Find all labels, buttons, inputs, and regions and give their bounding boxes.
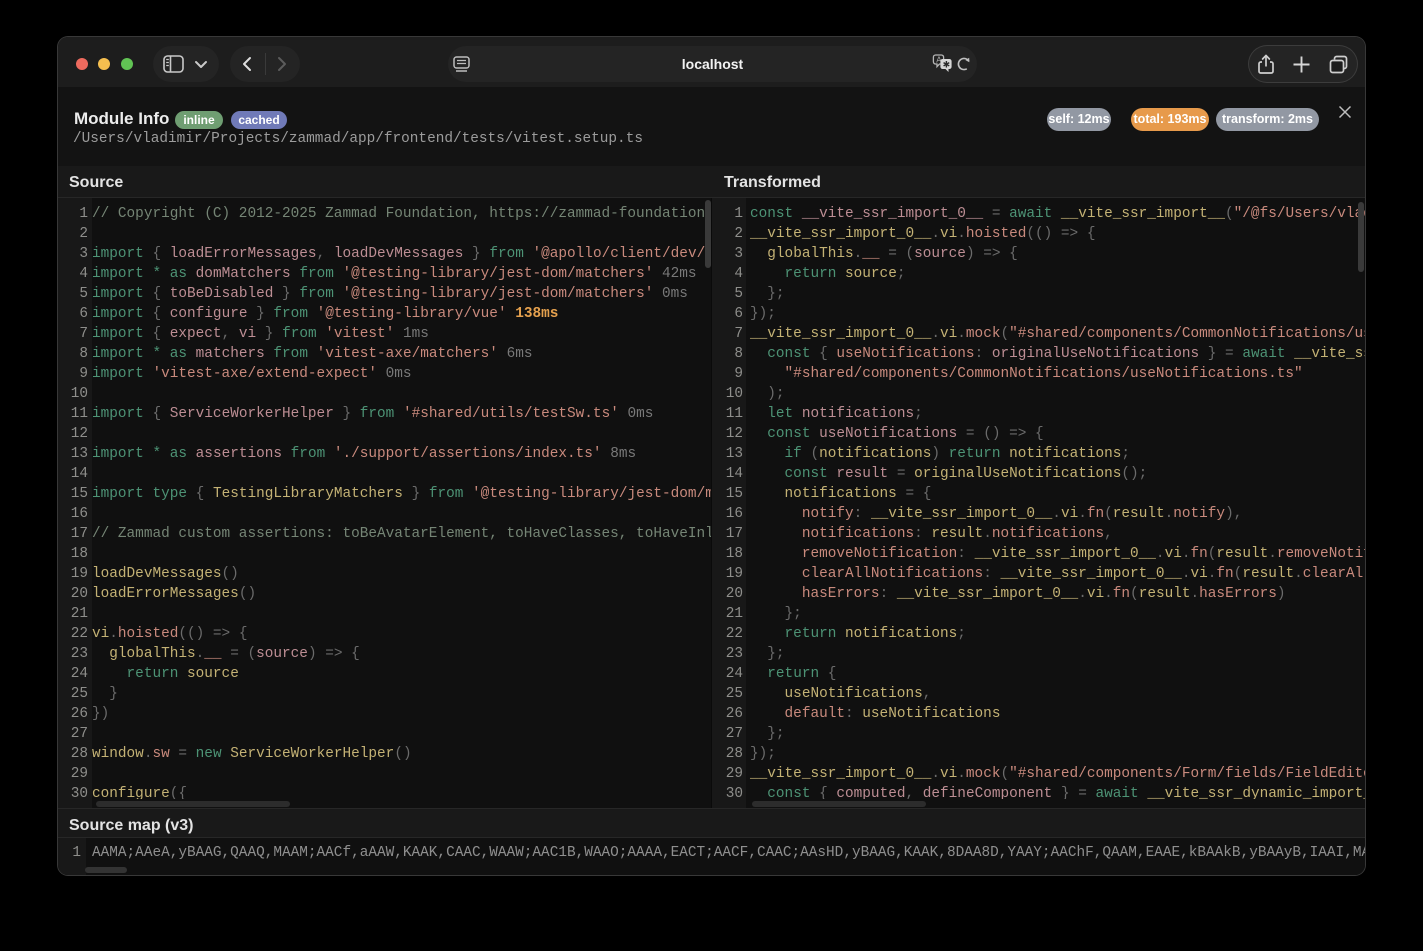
svg-text:✱: ✱ bbox=[943, 59, 951, 69]
